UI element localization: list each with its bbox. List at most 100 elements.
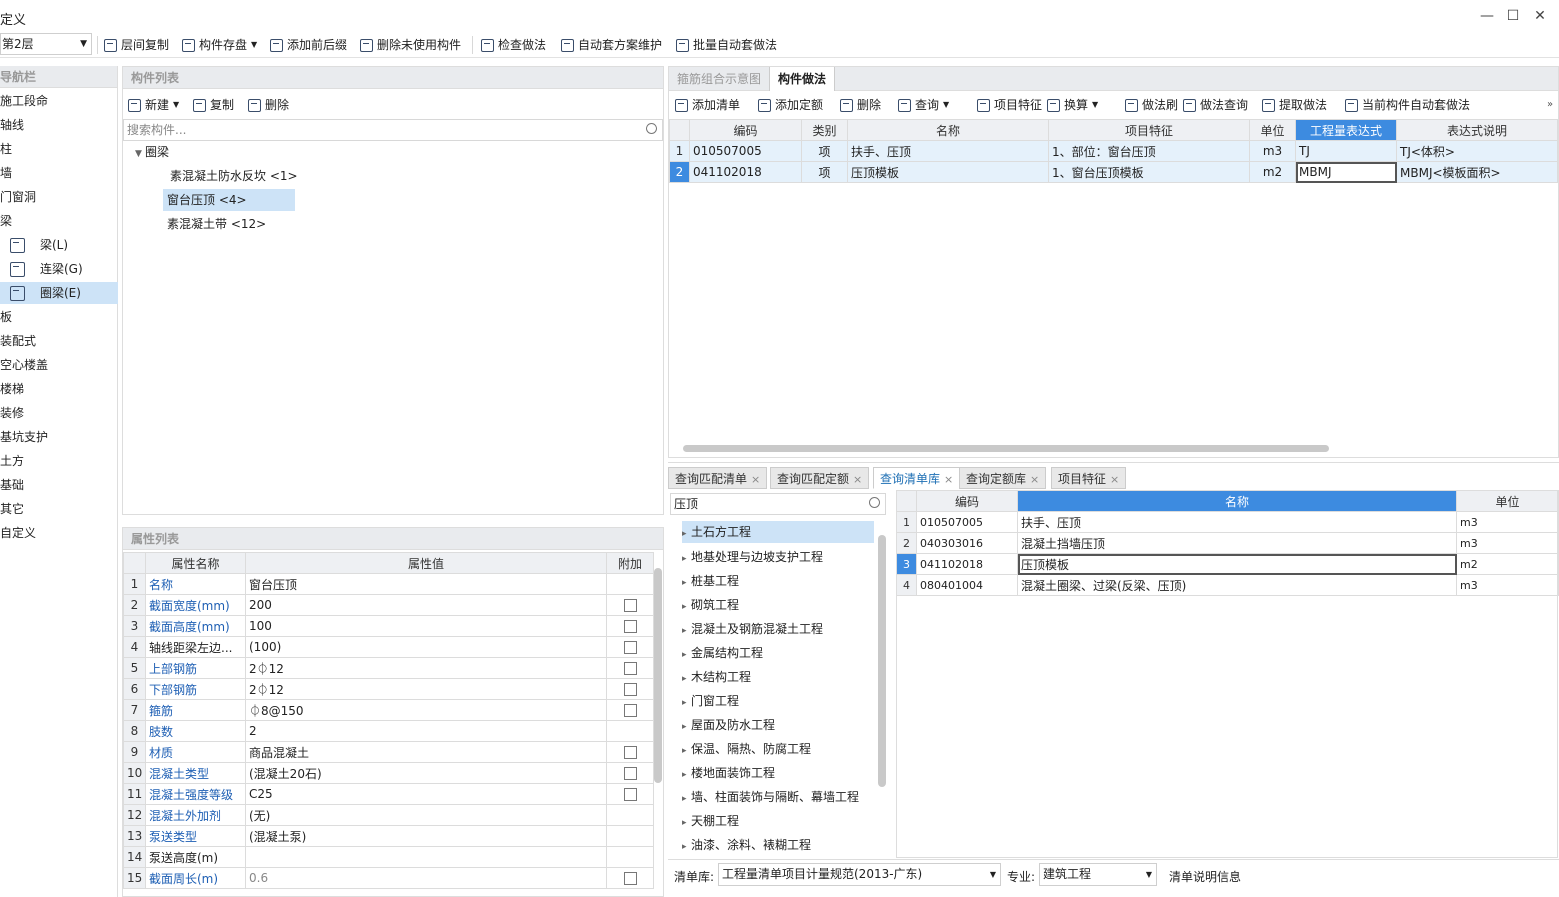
- close-icon[interactable]: ×: [853, 473, 862, 486]
- method-h-scrollbar[interactable]: [683, 445, 1329, 452]
- close-icon[interactable]: ×: [1030, 473, 1039, 486]
- extra-checkbox[interactable]: [623, 767, 637, 780]
- extra-checkbox[interactable]: [623, 683, 637, 696]
- result-unit[interactable]: m3: [1456, 511, 1559, 533]
- property-row[interactable]: 6 下部钢筋 2⏀12: [123, 678, 654, 700]
- major-select[interactable]: 建筑工程 ▼: [1039, 863, 1157, 886]
- property-value[interactable]: 窗台压顶: [245, 573, 607, 595]
- method-desc[interactable]: TJ<体积>: [1396, 140, 1558, 162]
- property-value[interactable]: 0.6: [245, 867, 607, 889]
- method-code[interactable]: 041102018: [689, 161, 802, 183]
- expand-icon[interactable]: ▸: [682, 667, 691, 691]
- property-row[interactable]: 5 上部钢筋 2⏀12: [123, 657, 654, 679]
- method-feature[interactable]: 1、部位：窗台压顶: [1048, 140, 1250, 162]
- auto-scheme-button[interactable]: 自动套方案维护: [561, 36, 662, 54]
- property-value[interactable]: [245, 846, 607, 868]
- result-code[interactable]: 010507005: [916, 511, 1018, 533]
- category-tree-item[interactable]: ▸ 保温、隔热、防腐工程: [682, 737, 811, 761]
- property-row[interactable]: 14 泵送高度(m): [123, 846, 654, 868]
- property-row[interactable]: 11 混凝土强度等级 C25: [123, 783, 654, 805]
- category-tree-item[interactable]: ▸ 土石方工程: [682, 521, 874, 543]
- result-code[interactable]: 041102018: [916, 553, 1018, 575]
- close-icon[interactable]: ×: [751, 473, 760, 486]
- category-tree-item[interactable]: ▸ 砌筑工程: [682, 593, 739, 617]
- tab-component-method[interactable]: 构件做法: [770, 67, 836, 91]
- query-result-row[interactable]: 3 041102018 压顶模板 m2: [896, 553, 1559, 575]
- tab-item-feature[interactable]: 项目特征 ×: [1051, 467, 1127, 489]
- method-brush-button[interactable]: 做法刷: [1125, 96, 1178, 114]
- list-info-link[interactable]: 清单说明信息: [1169, 868, 1241, 885]
- property-row[interactable]: 2 截面宽度(mm) 200: [123, 594, 654, 616]
- method-row[interactable]: 1 010507005 项扶手、压顶 1、部位：窗台压顶 m3 TJ TJ<体积>: [669, 140, 1558, 162]
- property-value[interactable]: 2⏀12: [245, 657, 607, 679]
- new-component-button[interactable]: 新建 ▼: [128, 96, 179, 114]
- property-row[interactable]: 15 截面周长(m) 0.6: [123, 867, 654, 889]
- query-result-row[interactable]: 2 040303016 混凝土挡墙压顶 m3: [896, 532, 1559, 554]
- result-name[interactable]: 扶手、压顶: [1017, 511, 1457, 533]
- close-icon[interactable]: ✕: [1530, 6, 1550, 26]
- category-tree-item[interactable]: ▸ 楼地面装饰工程: [682, 761, 775, 785]
- convert-button[interactable]: 换算 ▼: [1047, 96, 1098, 114]
- category-tree-item[interactable]: ▸ 门窗工程: [682, 689, 739, 713]
- extra-checkbox[interactable]: [623, 599, 637, 612]
- component-item-selected[interactable]: 窗台压顶 <4>: [163, 189, 295, 211]
- nav-item[interactable]: 基础: [0, 474, 118, 496]
- category-tree-item[interactable]: ▸ 天棚工程: [682, 809, 739, 833]
- result-unit[interactable]: m2: [1456, 553, 1559, 575]
- method-expr[interactable]: MBMJ: [1295, 161, 1397, 183]
- expand-icon[interactable]: ▸: [682, 835, 691, 859]
- nav-item[interactable]: 梁: [0, 210, 118, 232]
- component-item[interactable]: 素混凝土防水反坎 <1>: [166, 164, 302, 188]
- nav-item[interactable]: 装修: [0, 402, 118, 424]
- tab-list-library[interactable]: 查询清单库 ×: [873, 467, 961, 489]
- tree-group-ring-beam[interactable]: ▼ 圈梁: [135, 140, 169, 164]
- expand-icon[interactable]: ▸: [682, 691, 691, 715]
- nav-item[interactable]: 土方: [0, 450, 118, 472]
- expand-icon[interactable]: ▸: [682, 643, 691, 667]
- check-method-button[interactable]: 检查做法: [481, 36, 546, 54]
- expand-icon[interactable]: ▸: [682, 571, 691, 595]
- category-tree-item[interactable]: ▸ 墙、柱面装饰与隔断、幕墙工程: [682, 785, 859, 809]
- result-unit[interactable]: m3: [1456, 574, 1559, 596]
- query-search-input[interactable]: 压顶: [670, 493, 886, 515]
- extra-checkbox[interactable]: [623, 788, 637, 801]
- more-icon[interactable]: »: [1547, 99, 1553, 110]
- extra-checkbox[interactable]: [623, 641, 637, 654]
- expand-icon[interactable]: ▸: [682, 787, 691, 811]
- nav-item[interactable]: 门窗洞: [0, 186, 118, 208]
- copy-between-floors-button[interactable]: 层间复制: [104, 36, 169, 54]
- nav-item[interactable]: 柱: [0, 138, 118, 160]
- nav-item[interactable]: 梁(L): [0, 234, 118, 256]
- property-row[interactable]: 10 混凝土类型 (混凝土20石): [123, 762, 654, 784]
- result-code[interactable]: 040303016: [916, 532, 1018, 554]
- expand-icon[interactable]: ▸: [682, 595, 691, 619]
- nav-item[interactable]: 连梁(G): [0, 258, 118, 280]
- tab-stirrup-diagram[interactable]: 箍筋组合示意图: [669, 67, 771, 91]
- expand-icon[interactable]: ▸: [682, 739, 691, 763]
- property-row[interactable]: 4 轴线距梁左边... (100): [123, 636, 654, 658]
- category-tree-item[interactable]: ▸ 地基处理与边坡支护工程: [682, 545, 823, 569]
- collapse-icon[interactable]: ▼: [135, 142, 145, 166]
- category-tree-item[interactable]: ▸ 屋面及防水工程: [682, 713, 775, 737]
- tab-match-list[interactable]: 查询匹配清单 ×: [668, 467, 768, 489]
- result-name[interactable]: 混凝土挡墙压顶: [1017, 532, 1457, 554]
- result-name[interactable]: 混凝土圈梁、过梁(反梁、压顶): [1017, 574, 1457, 596]
- library-select[interactable]: 工程量清单项目计量规范(2013-广东) ▼: [718, 863, 1001, 886]
- expand-icon[interactable]: ▸: [682, 811, 691, 835]
- category-tree-item[interactable]: ▸ 混凝土及钢筋混凝土工程: [682, 617, 823, 641]
- expand-icon[interactable]: ▸: [682, 763, 691, 787]
- component-search-input[interactable]: 搜索构件...: [123, 119, 663, 141]
- property-value[interactable]: ⏀8@150: [245, 699, 607, 721]
- property-value[interactable]: 2⏀12: [245, 678, 607, 700]
- search-icon[interactable]: [869, 497, 880, 508]
- nav-item[interactable]: 装配式: [0, 330, 118, 352]
- tab-quota-library[interactable]: 查询定额库 ×: [959, 467, 1047, 489]
- item-feature-button[interactable]: 项目特征: [977, 96, 1042, 114]
- nav-item[interactable]: 空心楼盖: [0, 354, 118, 376]
- method-name[interactable]: 压顶模板: [847, 161, 1049, 183]
- nav-item[interactable]: 其它: [0, 498, 118, 520]
- nav-item[interactable]: 楼梯: [0, 378, 118, 400]
- result-unit[interactable]: m3: [1456, 532, 1559, 554]
- property-row[interactable]: 7 箍筋 ⏀8@150: [123, 699, 654, 721]
- property-value[interactable]: 2: [245, 720, 607, 742]
